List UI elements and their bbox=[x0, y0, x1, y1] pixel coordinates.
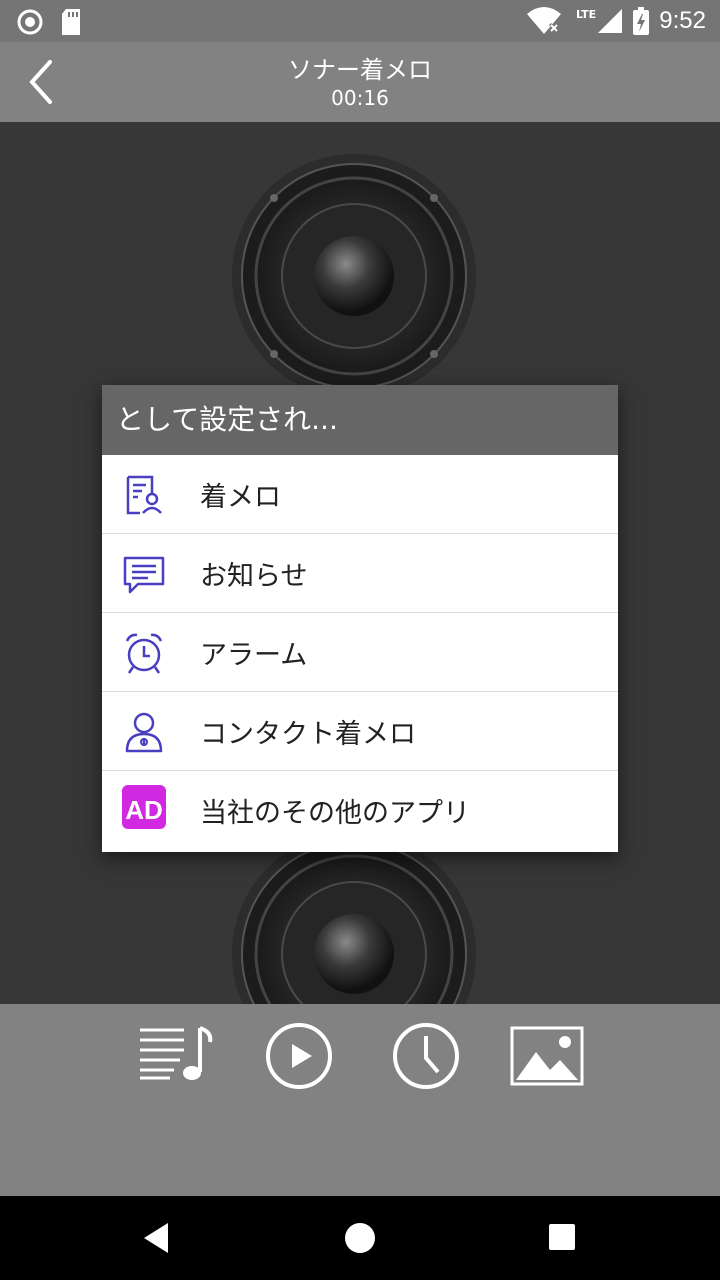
ad-icon: AD bbox=[122, 785, 166, 829]
status-bar: LTE 9:52 bbox=[0, 0, 720, 42]
header-bar: ソナー着メロ 00:16 bbox=[0, 42, 720, 122]
battery-icon bbox=[633, 7, 650, 35]
circle-home-icon bbox=[345, 1223, 375, 1253]
signal-icon bbox=[598, 9, 623, 33]
sd-card-icon bbox=[62, 9, 80, 35]
option-contact-ringtone[interactable]: コンタクト着メロ bbox=[102, 692, 618, 771]
set-as-dialog: として設定され... 着メロ お知らせ アラーム コンタクト着メロ AD 当社の… bbox=[102, 385, 618, 852]
ringtone-icon bbox=[126, 475, 162, 515]
network-type-label: LTE bbox=[575, 7, 597, 21]
speaker-image bbox=[232, 154, 476, 398]
option-label: 着メロ bbox=[200, 481, 281, 513]
dialog-title: として設定され... bbox=[102, 385, 618, 455]
option-ringtone[interactable]: 着メロ bbox=[102, 455, 618, 534]
page-title: ソナー着メロ bbox=[288, 56, 432, 84]
triangle-back-icon bbox=[144, 1223, 168, 1253]
wifi-icon bbox=[526, 7, 561, 34]
contact-ringtone-icon bbox=[125, 712, 163, 753]
playlist-icon bbox=[140, 1026, 213, 1080]
playlist-button[interactable] bbox=[140, 1026, 214, 1086]
history-button[interactable] bbox=[392, 1022, 460, 1094]
record-icon bbox=[17, 9, 43, 35]
image-icon bbox=[510, 1026, 584, 1086]
option-label: 当社のその他のアプリ bbox=[200, 797, 470, 829]
option-alarm[interactable]: アラーム bbox=[102, 613, 618, 692]
nav-back-button[interactable] bbox=[140, 1221, 172, 1259]
play-button[interactable] bbox=[265, 1022, 333, 1094]
wallpaper-button[interactable] bbox=[510, 1026, 584, 1092]
system-nav-bar bbox=[0, 1196, 720, 1280]
option-label: アラーム bbox=[200, 639, 308, 671]
track-duration: 00:16 bbox=[331, 86, 389, 110]
option-more-apps[interactable]: AD 当社のその他のアプリ bbox=[102, 771, 618, 849]
alarm-icon bbox=[125, 633, 163, 674]
play-icon bbox=[266, 1023, 332, 1089]
speaker-image bbox=[232, 832, 476, 1004]
nav-recents-button[interactable] bbox=[548, 1223, 576, 1255]
option-notification[interactable]: お知らせ bbox=[102, 534, 618, 613]
option-label: お知らせ bbox=[200, 560, 308, 592]
clock-icon bbox=[393, 1023, 459, 1089]
option-label: コンタクト着メロ bbox=[200, 718, 416, 750]
square-recents-icon bbox=[549, 1224, 575, 1250]
nav-home-button[interactable] bbox=[344, 1222, 376, 1258]
notification-icon bbox=[123, 556, 165, 594]
clock-time: 9:52 bbox=[659, 7, 706, 34]
bottom-toolbar bbox=[0, 1004, 720, 1196]
